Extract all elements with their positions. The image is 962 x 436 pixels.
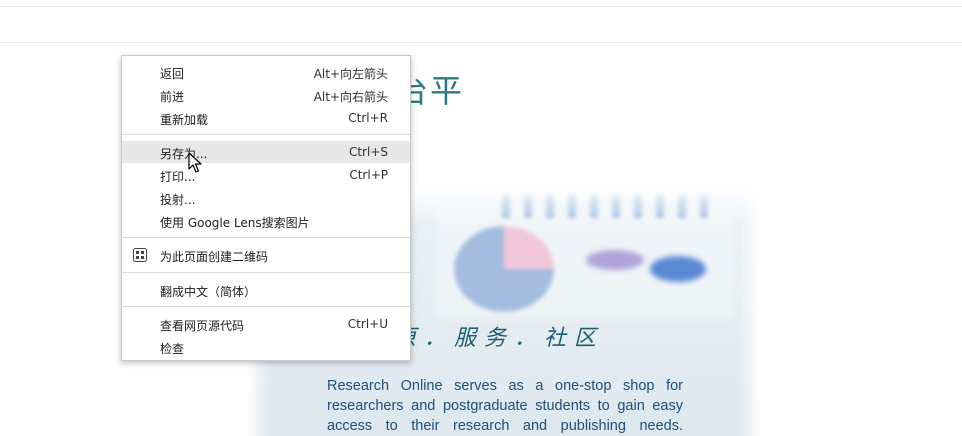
menu-item-label: 投射... — [160, 193, 196, 207]
menu-separator — [122, 237, 410, 238]
mouse-cursor-icon — [188, 152, 202, 173]
menu-item-label: 前进 — [160, 90, 185, 104]
menu-item-create-qr-code[interactable]: 为此页面创建二维码 — [122, 244, 410, 266]
menu-item-shortcut: Ctrl+U — [347, 317, 388, 331]
menu-item-label: 检查 — [160, 342, 185, 356]
menu-separator — [122, 272, 410, 273]
menu-item-shortcut: Ctrl+S — [348, 145, 388, 159]
qr-code-icon — [133, 248, 147, 262]
menu-item-cast[interactable]: 投射... — [122, 187, 410, 209]
menu-item-print[interactable]: 打印... Ctrl+P — [122, 164, 410, 186]
context-menu: 返回 Alt+向左箭头 前进 Alt+向右箭头 重新加载 Ctrl+R 另存为.… — [121, 55, 411, 361]
menu-item-google-lens[interactable]: 使用 Google Lens搜索图片 — [122, 210, 410, 232]
browser-page: 台平 原．服务．社区 Research Online serves as a o… — [0, 0, 962, 436]
menu-item-inspect[interactable]: 检查 — [122, 336, 410, 358]
intro-line: Research Online serves as a one-stop sho… — [327, 378, 683, 394]
menu-item-label: 翻成中文（简体） — [160, 285, 257, 299]
menu-separator — [122, 134, 410, 135]
menu-item-shortcut: Alt+向左箭头 — [313, 67, 388, 81]
hero-chart-shape-blue — [650, 256, 706, 282]
menu-item-label: 查看网页源代码 — [160, 319, 245, 333]
menu-separator — [122, 306, 410, 307]
intro-paragraph: Research Online serves as a one-stop sho… — [327, 376, 683, 436]
hero-chart-shape-purple — [586, 250, 644, 270]
menu-item-shortcut: Ctrl+R — [348, 111, 388, 125]
menu-item-label: 返回 — [160, 67, 185, 81]
header-divider — [0, 42, 962, 43]
menu-item-label: 重新加载 — [160, 113, 209, 127]
menu-item-back[interactable]: 返回 Alt+向左箭头 — [122, 61, 410, 83]
menu-item-translate[interactable]: 翻成中文（简体） — [122, 279, 410, 301]
menu-item-save-as[interactable]: 另存为... Ctrl+S — [122, 141, 410, 163]
hero-motto: 原．服务．社区 — [394, 326, 605, 351]
menu-item-label: 使用 Google Lens搜索图片 — [160, 216, 310, 230]
menu-item-forward[interactable]: 前进 Alt+向右箭头 — [122, 84, 410, 106]
hero-pie-chart — [454, 226, 554, 312]
menu-item-shortcut: Ctrl+P — [349, 168, 388, 182]
menu-item-view-source[interactable]: 查看网页源代码 Ctrl+U — [122, 313, 410, 335]
intro-line: researchers and postgraduate students to… — [327, 398, 683, 414]
top-divider — [0, 6, 962, 7]
menu-item-reload[interactable]: 重新加载 Ctrl+R — [122, 107, 410, 129]
hero-fade-right — [738, 186, 762, 436]
intro-line: access to their research and publishing … — [327, 418, 683, 434]
menu-item-shortcut: Alt+向右箭头 — [313, 90, 388, 104]
menu-item-label: 为此页面创建二维码 — [160, 250, 269, 264]
